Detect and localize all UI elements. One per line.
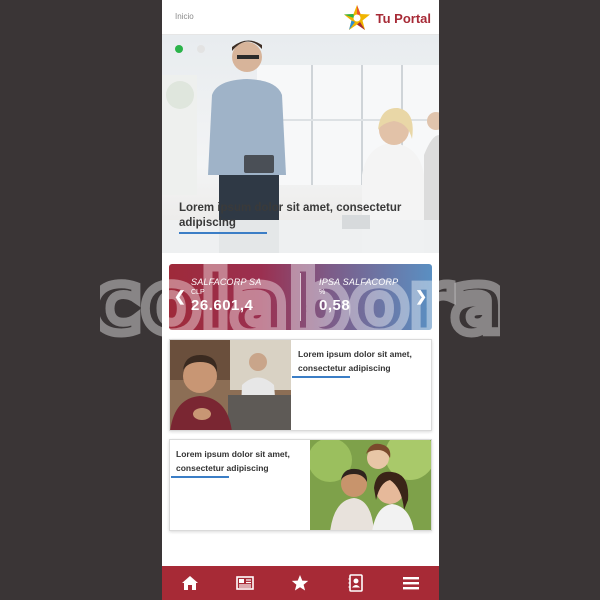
hero-title[interactable]: Lorem ipsum dolor sit amet, consectetur … [179, 201, 419, 231]
hero-title-underline [179, 232, 267, 234]
contact-card-icon [348, 574, 363, 592]
bottom-nav [162, 566, 439, 600]
home-icon [181, 576, 198, 590]
news-card-1-underline [292, 376, 350, 378]
breadcrumb[interactable]: Inicio [175, 12, 194, 21]
news-card-1-photo [170, 340, 291, 430]
news-card-2-underline [171, 476, 229, 478]
chevron-left-icon[interactable]: ❮ [174, 288, 186, 305]
stock-ticker: ❮ SALFACORP SA CLP 26.601,4 IPSA SALFACO… [169, 264, 432, 330]
brand-name: Tu Portal [375, 10, 431, 26]
news-card-2-photo [310, 440, 431, 530]
phone-screen: Inicio Tu Portal Lorem ipsum dolor sit a… [162, 0, 439, 600]
carousel-dot-2[interactable] [197, 45, 205, 53]
star-icon [292, 575, 309, 591]
stock-currency: CLP [191, 289, 205, 296]
star-logo-icon [343, 5, 370, 30]
nav-menu[interactable] [391, 566, 431, 600]
stock-item-ipsa: IPSA SALFACORP % 0,58 [319, 277, 398, 314]
nav-news[interactable] [225, 566, 265, 600]
news-card-2-text[interactable]: Lorem ipsum dolor sit amet, consectetur … [176, 447, 308, 475]
stock-currency: % [319, 289, 326, 296]
nav-contacts[interactable] [336, 566, 376, 600]
stock-value: 26.601,4 [191, 297, 254, 314]
menu-icon [403, 577, 420, 590]
carousel-dots [175, 45, 205, 53]
stock-name: IPSA SALFACORP [319, 277, 399, 287]
brand-logo[interactable]: Tu Portal [342, 4, 431, 32]
stock-value: 0,58 [319, 297, 351, 314]
hero-carousel[interactable]: Lorem ipsum dolor sit amet, consectetur … [162, 35, 439, 253]
nav-home[interactable] [170, 566, 210, 600]
nav-favorites[interactable] [280, 566, 320, 600]
newspaper-icon [236, 576, 254, 590]
carousel-dot-1[interactable] [175, 45, 183, 53]
stock-name: SALFACORP SA [191, 277, 262, 287]
news-card-1[interactable]: Lorem ipsum dolor sit amet, consectetur … [169, 339, 432, 431]
app-header: Inicio Tu Portal [162, 0, 439, 35]
ticker-divider [300, 273, 301, 321]
chevron-right-icon[interactable]: ❯ [415, 288, 427, 305]
news-card-2[interactable]: Lorem ipsum dolor sit amet, consectetur … [169, 439, 432, 531]
news-card-1-text[interactable]: Lorem ipsum dolor sit amet, consectetur … [298, 347, 430, 375]
stock-item-salfacorp: SALFACORP SA CLP 26.601,4 [191, 277, 261, 314]
